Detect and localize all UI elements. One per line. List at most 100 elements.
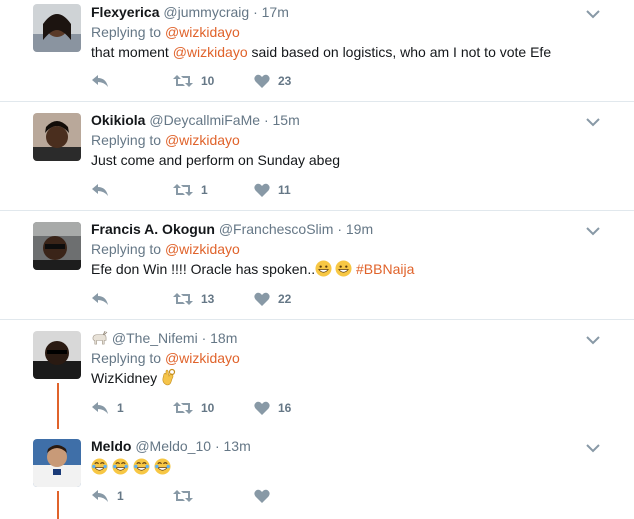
separator: · — [253, 4, 258, 20]
timestamp[interactable]: 18m — [210, 330, 237, 346]
chevron-down-icon[interactable] — [586, 223, 600, 236]
replying-mention[interactable]: @wizkidayo — [165, 132, 240, 148]
timestamp[interactable]: 13m — [224, 438, 251, 454]
divider — [0, 210, 634, 211]
replying-mention[interactable]: @wizkidayo — [165, 241, 240, 257]
replying-to: Replying to @wizkidayo — [91, 130, 594, 150]
tweet-header: Meldo @Meldo_10 · 13m — [91, 436, 594, 456]
hashtag-link[interactable]: #BBNaija — [356, 261, 414, 277]
tweet-header: @The_Nifemi · 18m — [91, 328, 594, 348]
replying-to: Replying to @wizkidayo — [91, 22, 594, 42]
reply-icon — [92, 490, 108, 502]
text-part: said based on logistics, who am I not to… — [247, 44, 552, 60]
username[interactable]: @DeycallmiFaMe — [149, 112, 260, 128]
replying-label: Replying to — [91, 350, 162, 366]
like-button[interactable]: 22 — [254, 289, 291, 309]
retweet-button[interactable]: 1 — [173, 180, 208, 200]
chevron-down-icon[interactable] — [586, 332, 600, 345]
username[interactable]: @FranchescoSlim — [219, 221, 334, 237]
reply-button[interactable] — [91, 289, 117, 309]
avatar[interactable] — [33, 222, 81, 270]
reply-button[interactable]: 1 — [91, 398, 124, 418]
replying-label: Replying to — [91, 24, 162, 40]
ok-hand-emoji — [162, 368, 176, 386]
username[interactable]: @Meldo_10 — [135, 438, 211, 454]
grinning-face-emoji — [315, 260, 332, 277]
heart-icon — [254, 74, 270, 88]
like-button[interactable]: 16 — [254, 398, 291, 418]
tweet-text — [91, 457, 594, 477]
chevron-down-icon[interactable] — [586, 440, 600, 453]
tweet-header: Okikiola @DeycallmiFaMe · 15m — [91, 110, 594, 130]
reply-icon — [92, 184, 108, 196]
replying-mention[interactable]: @wizkidayo — [165, 24, 240, 40]
reply-button[interactable] — [91, 180, 117, 200]
heart-icon — [254, 183, 270, 197]
timestamp[interactable]: 19m — [346, 221, 373, 237]
heart-icon — [254, 401, 270, 415]
tweet-header: Flexyerica @jummycraig · 17m — [91, 2, 594, 22]
replying-to: Replying to @wizkidayo — [91, 239, 594, 259]
username[interactable]: @jummycraig — [163, 4, 249, 20]
retweet-count: 10 — [201, 401, 215, 415]
grinning-face-emoji — [335, 260, 352, 277]
display-name[interactable]: Flexyerica — [91, 4, 160, 20]
reply-button[interactable]: 1 — [91, 486, 124, 506]
separator: · — [263, 112, 269, 128]
reply-icon — [92, 293, 108, 305]
retweet-button[interactable]: 13 — [173, 289, 214, 309]
heart-icon — [254, 292, 270, 306]
retweet-button[interactable] — [173, 486, 201, 506]
retweet-count: 1 — [201, 183, 208, 197]
tears-of-joy-emoji — [133, 458, 150, 475]
timestamp[interactable]: 17m — [262, 4, 289, 20]
avatar[interactable] — [33, 4, 81, 52]
reply-icon — [92, 402, 108, 414]
like-count: 11 — [278, 183, 291, 197]
tweet-feed: Flexyerica @jummycraig · 17m Replying to… — [0, 0, 634, 519]
separator: · — [337, 221, 342, 237]
tears-of-joy-emoji — [154, 458, 171, 475]
avatar[interactable] — [33, 439, 81, 487]
reply-button[interactable] — [91, 71, 117, 91]
display-name[interactable]: Okikiola — [91, 112, 145, 128]
retweet-icon — [173, 402, 193, 414]
avatar[interactable] — [33, 331, 81, 379]
retweet-count: 10 — [201, 74, 215, 88]
thread-line — [57, 383, 59, 429]
like-button[interactable]: 11 — [254, 180, 291, 200]
avatar[interactable] — [33, 113, 81, 161]
chevron-down-icon[interactable] — [586, 114, 600, 127]
tweet-header: Francis A. Okogun @FranchescoSlim · 19m — [91, 219, 594, 239]
like-button[interactable] — [254, 486, 278, 506]
tweet-text: WizKidney — [91, 368, 594, 388]
text-part: WizKidney — [91, 370, 158, 386]
retweet-button[interactable]: 10 — [173, 71, 214, 91]
retweet-icon — [173, 75, 193, 87]
like-count: 23 — [278, 74, 292, 88]
retweet-button[interactable]: 10 — [173, 398, 214, 418]
separator: · — [201, 330, 207, 346]
tears-of-joy-emoji — [91, 458, 108, 475]
retweet-icon — [173, 490, 193, 502]
display-name[interactable]: Meldo — [91, 438, 131, 454]
replying-label: Replying to — [91, 132, 162, 148]
tweet-text: that moment @wizkidayo said based on log… — [91, 42, 594, 62]
like-button[interactable]: 23 — [254, 71, 291, 91]
mention-link[interactable]: @wizkidayo — [173, 44, 248, 60]
thread-line — [57, 491, 59, 519]
chevron-down-icon[interactable] — [586, 6, 600, 19]
reply-count: 1 — [117, 401, 124, 415]
divider — [0, 319, 634, 320]
goat-emoji — [92, 331, 108, 345]
tweet-text: Efe don Win !!!! Oracle has spoken.. #BB… — [91, 259, 594, 279]
timestamp[interactable]: 15m — [273, 112, 300, 128]
replying-mention[interactable]: @wizkidayo — [165, 350, 240, 366]
display-name[interactable]: Francis A. Okogun — [91, 221, 215, 237]
tweet-text: Just come and perform on Sunday abeg — [91, 152, 341, 168]
heart-icon — [254, 489, 270, 503]
username[interactable]: @The_Nifemi — [112, 330, 198, 346]
text-part: Efe don Win !!!! Oracle has spoken.. — [91, 261, 316, 277]
like-count: 16 — [278, 401, 292, 415]
reply-count: 1 — [117, 489, 124, 503]
